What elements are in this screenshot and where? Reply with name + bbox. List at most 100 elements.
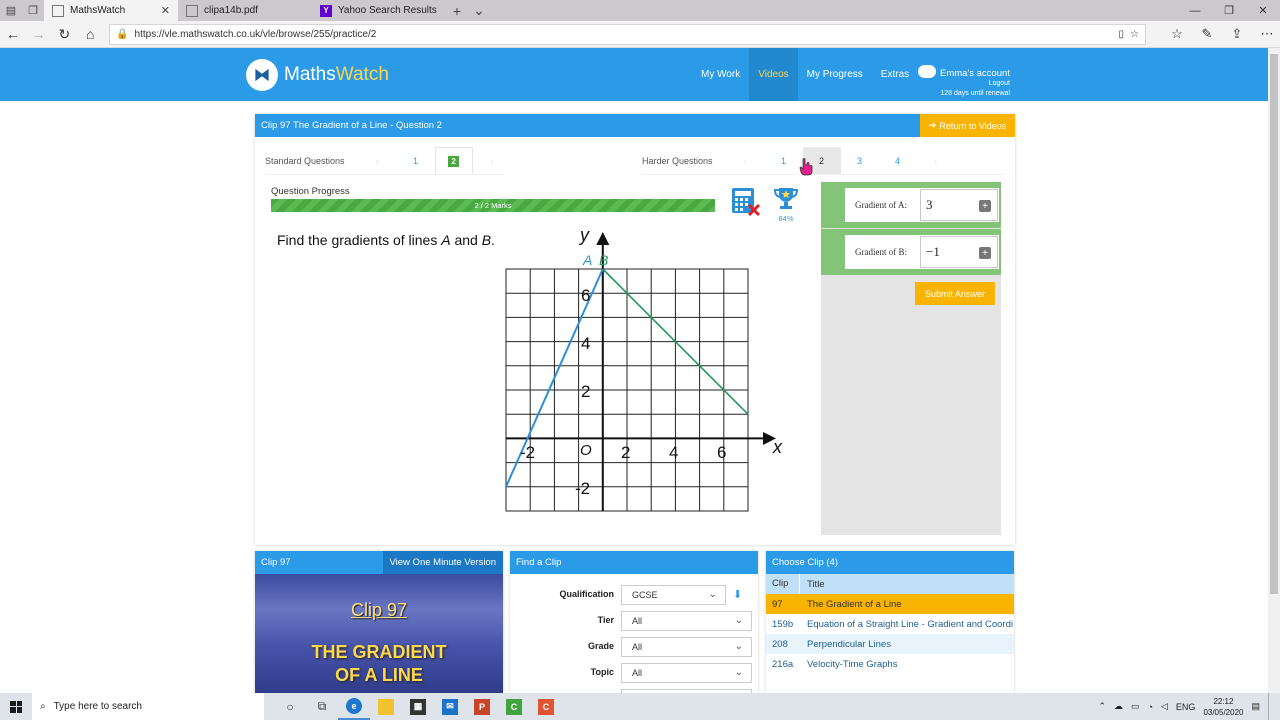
download-icon[interactable]: ⬇: [733, 588, 742, 601]
gradient-a-input[interactable]: 3 +: [920, 189, 998, 221]
show-desktop-button[interactable]: [1268, 693, 1272, 720]
mail-icon[interactable]: ✉: [434, 693, 466, 720]
chevron-down-icon[interactable]: ⌄: [468, 0, 490, 21]
favorite-star-icon[interactable]: ☆: [1130, 29, 1139, 40]
chevron-down-icon: ⌄: [734, 641, 743, 652]
qualification-select[interactable]: GCSE ⌄: [621, 585, 726, 605]
harder-question-1[interactable]: 1: [765, 147, 803, 174]
trophy-icon: [773, 188, 799, 209]
trophy[interactable]: 84%: [773, 186, 799, 223]
table-row[interactable]: 159b Equation of a Straight Line - Gradi…: [766, 614, 1014, 634]
column-header-clip[interactable]: Clip: [766, 574, 800, 594]
camtasia-icon[interactable]: C: [498, 693, 530, 720]
logo-icon: ⧓: [246, 59, 278, 91]
powerpoint-icon[interactable]: P: [466, 693, 498, 720]
battery-icon[interactable]: ▭: [1131, 701, 1140, 712]
nav-videos[interactable]: Videos: [749, 48, 798, 101]
tab-title: Yahoo Search Results - Web: [338, 5, 438, 16]
volume-icon[interactable]: ◁: [1161, 701, 1168, 712]
file-explorer-icon[interactable]: [370, 693, 402, 720]
nav-extras[interactable]: Extras: [872, 48, 918, 101]
answer-row-a: Gradient of A: 3 +: [821, 182, 1001, 228]
gradient-b-input[interactable]: −1 +: [920, 236, 998, 268]
browser-tab-yahoo[interactable]: Y Yahoo Search Results - Web: [312, 0, 446, 21]
account-name[interactable]: Emma's account: [940, 68, 1010, 79]
choose-panel-header: Choose Clip (4): [766, 551, 1014, 574]
video-preview[interactable]: Clip 97 THE GRADIENT OF A LINE: [255, 574, 503, 693]
prev-harder-icon[interactable]: ‹: [727, 147, 765, 174]
clock[interactable]: 22:12 03/05/2020: [1203, 696, 1243, 718]
search-icon: ⌕: [40, 701, 46, 712]
nav-my-work[interactable]: My Work: [692, 48, 749, 101]
language-indicator[interactable]: ENG: [1176, 702, 1196, 712]
back-icon[interactable]: ←: [0, 26, 26, 42]
notifications-icon[interactable]: ▤: [1251, 701, 1260, 712]
line-b-label: B: [599, 252, 608, 268]
task-view-icon[interactable]: ⧉: [306, 693, 338, 720]
browser-tab-pdf[interactable]: clipa14b.pdf: [178, 0, 312, 21]
store-icon[interactable]: ▦: [402, 693, 434, 720]
close-window-icon[interactable]: ✕: [1246, 0, 1280, 21]
mathswatch-logo[interactable]: ⧓ MathsWatch: [246, 59, 389, 91]
tab-actions-icon[interactable]: ▤: [0, 0, 22, 21]
calculator-disabled-icon[interactable]: [731, 187, 761, 217]
new-tab-icon[interactable]: +: [446, 0, 468, 21]
plus-icon[interactable]: +: [979, 247, 991, 259]
browser-tab-mathswatch[interactable]: MathsWatch ✕: [44, 0, 178, 21]
forward-icon[interactable]: →: [26, 26, 52, 42]
question-title: Clip 97 The Gradient of a Line - Questio…: [261, 120, 442, 131]
page-icon: [52, 4, 64, 17]
favorites-icon[interactable]: ☆: [1164, 26, 1190, 42]
table-row[interactable]: 97 The Gradient of a Line: [766, 594, 1014, 614]
next-question-icon[interactable]: ›: [473, 147, 511, 174]
onedrive-icon[interactable]: ☁: [1114, 701, 1123, 712]
home-icon[interactable]: ⌂: [77, 26, 103, 42]
minimize-icon[interactable]: —: [1178, 0, 1212, 21]
clip-panel-header: Clip 97 View One Minute Version: [255, 551, 503, 574]
y-tick-label: -2: [575, 479, 590, 498]
column-header-title[interactable]: Title: [800, 579, 1014, 590]
screen: ▤ ❐ MathsWatch ✕ clipa14b.pdf Y Yahoo Se…: [0, 0, 1280, 720]
close-icon[interactable]: ✕: [161, 4, 170, 17]
taskbar-search[interactable]: ⌕ Type here to search: [32, 693, 264, 720]
submit-answer-button[interactable]: Submit Answer: [915, 282, 995, 305]
share-icon[interactable]: ⇪: [1224, 26, 1250, 42]
standard-question-2[interactable]: 2: [434, 147, 473, 174]
reading-view-icon[interactable]: ▯: [1119, 29, 1125, 40]
refresh-icon[interactable]: ↻: [52, 26, 78, 43]
table-row[interactable]: 216a Velocity-Time Graphs: [766, 654, 1014, 674]
grade-select[interactable]: All ⌄: [621, 637, 752, 657]
chevron-down-icon: ⌄: [734, 667, 743, 678]
system-tray: ⌃ ☁ ▭ ◔ ◁ ENG 22:12 03/05/2020 ▤: [1099, 693, 1280, 720]
standard-question-1[interactable]: 1: [397, 147, 435, 174]
harder-question-3[interactable]: 3: [841, 147, 879, 174]
cortana-icon[interactable]: ○: [274, 693, 306, 720]
topic-select[interactable]: All ⌄: [621, 663, 752, 683]
gradient-a-label: Gradient of A:: [855, 200, 907, 210]
plus-icon[interactable]: +: [979, 200, 991, 212]
harder-question-4[interactable]: 4: [879, 147, 917, 174]
logout-link[interactable]: Logout: [989, 80, 1010, 87]
wifi-icon[interactable]: ◔: [1148, 702, 1153, 712]
start-button[interactable]: [0, 700, 32, 713]
prev-question-icon[interactable]: ‹: [359, 147, 397, 174]
account-menu[interactable]: Emma's account Logout 128 days until ren…: [918, 65, 1010, 99]
return-to-videos-button[interactable]: ➜ Return to Videos: [920, 114, 1015, 137]
edge-icon[interactable]: e: [338, 693, 370, 720]
more-icon[interactable]: ⋯: [1254, 26, 1280, 42]
logo-text: MathsWatch: [284, 64, 389, 85]
restore-icon[interactable]: ❐: [1212, 0, 1246, 21]
tier-select[interactable]: All ⌄: [621, 611, 752, 631]
view-one-minute-button[interactable]: View One Minute Version: [382, 551, 503, 574]
page-scrollbar[interactable]: [1268, 48, 1280, 693]
scrollbar-thumb[interactable]: [1270, 54, 1278, 594]
next-harder-icon[interactable]: ›: [917, 147, 955, 174]
pen-icon[interactable]: ✎: [1194, 26, 1220, 42]
tab-preview-icon[interactable]: ❐: [22, 0, 44, 21]
recorder-icon[interactable]: C: [530, 693, 562, 720]
table-row[interactable]: 208 Perpendicular Lines: [766, 634, 1014, 654]
nav-my-progress[interactable]: My Progress: [798, 48, 872, 101]
chevron-up-icon[interactable]: ⌃: [1099, 701, 1107, 712]
url-field[interactable]: 🔒 https://vle.mathswatch.co.uk/vle/brows…: [109, 23, 1146, 45]
return-label: Return to Videos: [939, 120, 1007, 131]
